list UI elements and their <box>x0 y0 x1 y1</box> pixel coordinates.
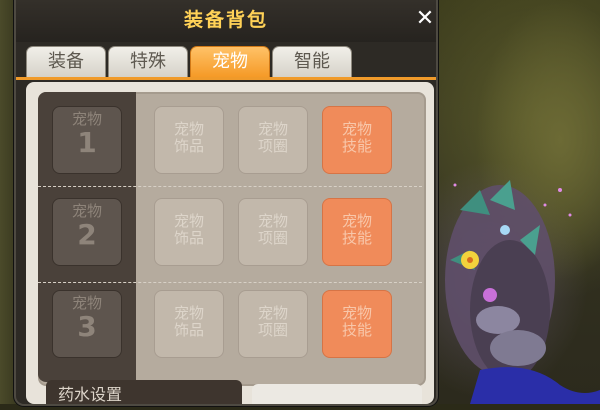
close-icon[interactable]: ✕ <box>414 8 436 30</box>
pet-slot-number: 3 <box>77 310 97 343</box>
tab-underline <box>16 77 436 80</box>
row-divider <box>38 282 422 283</box>
row-divider <box>38 186 422 187</box>
tab-pet[interactable]: 宠物 <box>190 46 270 77</box>
pet-collar-slot-2[interactable]: 宠物 项圈 <box>238 198 308 266</box>
tab-equipment[interactable]: 装备 <box>26 46 106 77</box>
plant-creature <box>445 180 600 404</box>
pet-accessory-slot-3[interactable]: 宠物 饰品 <box>154 290 224 358</box>
pet-accessory-slot-1[interactable]: 宠物 饰品 <box>154 106 224 174</box>
pet-slot-1[interactable]: 宠物 1 <box>52 106 122 174</box>
tab-smart[interactable]: 智能 <box>272 46 352 77</box>
pet-skill-slot-2[interactable]: 宠物 技能 <box>322 198 392 266</box>
pet-skill-slot-1[interactable]: 宠物 技能 <box>322 106 392 174</box>
pet-panel: 宠物 1 宠物 饰品 宠物 项圈 宠物 技能 宠物 2 宠物 饰品 宠物 项圈 … <box>26 82 434 404</box>
window-title: 装备背包 <box>183 9 268 31</box>
title-bar[interactable]: 装备背包 ✕ <box>16 0 436 42</box>
tab-special[interactable]: 特殊 <box>108 46 188 77</box>
pet-skill-slot-3[interactable]: 宠物 技能 <box>322 290 392 358</box>
pet-accessory-slot-2[interactable]: 宠物 饰品 <box>154 198 224 266</box>
pet-collar-slot-3[interactable]: 宠物 项圈 <box>238 290 308 358</box>
equipment-bag-window: 装备背包 ✕ 装备 特殊 宠物 智能 宠物 1 宠物 饰品 宠物 项圈 宠物 技… <box>14 0 438 406</box>
potion-settings-tab[interactable]: 药水设置 <box>46 380 242 404</box>
tab-bar: 装备 特殊 宠物 智能 <box>26 46 436 78</box>
pet-slot-number: 1 <box>77 126 97 159</box>
pet-slot-2[interactable]: 宠物 2 <box>52 198 122 266</box>
pet-collar-slot-1[interactable]: 宠物 项圈 <box>238 106 308 174</box>
pet-slot-number: 2 <box>77 218 97 251</box>
bottom-panel <box>252 384 422 404</box>
pet-slot-3[interactable]: 宠物 3 <box>52 290 122 358</box>
